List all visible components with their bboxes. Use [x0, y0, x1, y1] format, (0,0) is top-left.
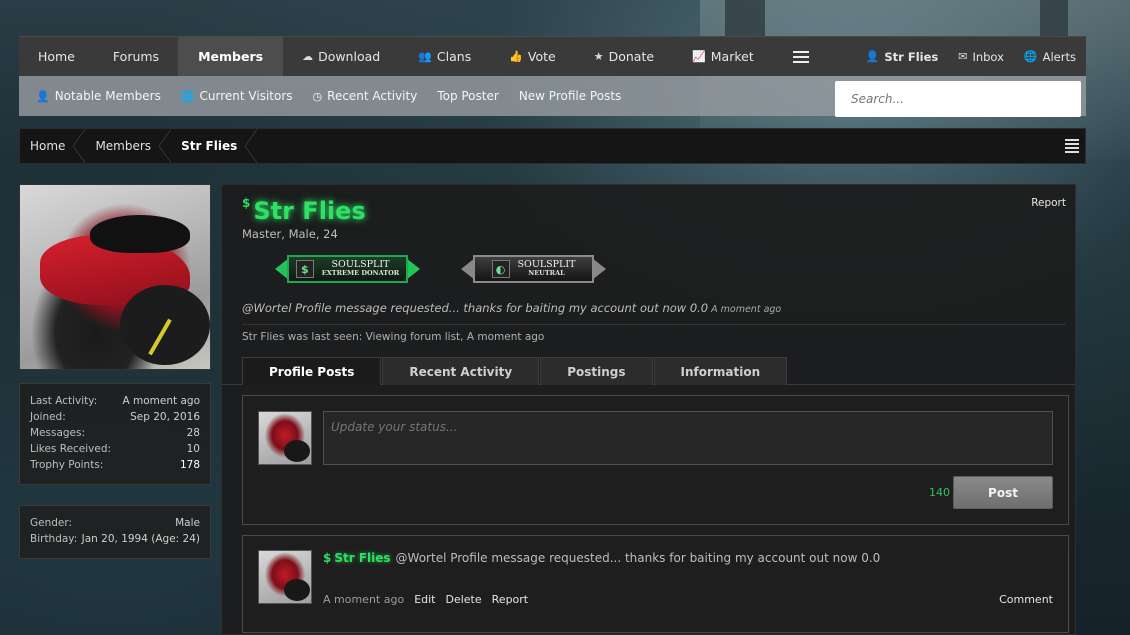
status-input[interactable] [323, 411, 1053, 465]
background-tower [725, 0, 765, 36]
nav-right: 👤 Str Flies ✉ Inbox 🌐 Alerts [856, 37, 1086, 76]
subnav-top-poster[interactable]: Top Poster [437, 89, 499, 103]
clock-icon: ◷ [312, 89, 323, 103]
current-status: @Wortel Profile message requested... tha… [242, 301, 782, 315]
report-link[interactable]: Report [1031, 197, 1066, 209]
info-gender: Gender: Male [30, 517, 200, 529]
cloud-download-icon: ☁ [302, 50, 314, 63]
search-input[interactable] [835, 81, 1081, 117]
more-menu-icon[interactable] [773, 37, 831, 76]
member-info: Gender: Male Birthday: Jan 20, 1994 (Age: … [19, 505, 211, 559]
post-header: $ Str Flies @Wortel Profile message requ… [323, 551, 880, 565]
profile-tabs: Profile Posts Recent Activity Postings I… [242, 357, 788, 385]
stat-trophy-points: Trophy Points: 178 [30, 459, 200, 471]
nav-members[interactable]: Members [178, 37, 284, 76]
stat-likes: Likes Received: 10 [30, 443, 200, 455]
user-title: Master, Male, 24 [242, 227, 338, 241]
nav-download[interactable]: ☁ Download [283, 37, 399, 76]
post-button[interactable]: Post [953, 476, 1053, 509]
globe-icon: 🌐 [180, 89, 195, 103]
username-row: $ Str Flies [242, 197, 366, 225]
post-report-link[interactable]: Report [492, 593, 528, 606]
breadcrumb: Home Members Str Flies [19, 128, 1086, 164]
subnav-current-visitors[interactable]: 🌐 Current Visitors [181, 89, 293, 103]
post-meta: A moment ago Edit Delete Report [323, 593, 538, 606]
dollar-icon: $ [295, 260, 314, 278]
nav-forums[interactable]: Forums [94, 37, 178, 76]
donator-icon: $ [323, 551, 332, 565]
post-author-avatar[interactable] [258, 550, 312, 604]
info-birthday: Birthday: Jan 20, 1994 (Age: 24) [30, 533, 200, 545]
profile-avatar[interactable] [19, 184, 211, 370]
profile-main: Report $ Str Flies Master, Male, 24 $ SO… [221, 184, 1076, 635]
profile-post: $ Str Flies @Wortel Profile message requ… [242, 535, 1069, 633]
nav-home[interactable]: Home [19, 37, 94, 76]
user-icon: 👤 [36, 89, 50, 103]
profile-username: Str Flies [253, 197, 366, 225]
thumbs-up-icon: 👍 [509, 50, 523, 63]
divider [242, 324, 1066, 325]
nav-donate[interactable]: ★ Donate [575, 37, 673, 76]
list-icon[interactable] [1065, 139, 1079, 155]
background-tower [1040, 0, 1068, 36]
post-time[interactable]: A moment ago [323, 593, 404, 606]
nav-clans[interactable]: 👥 Clans [399, 37, 490, 76]
breadcrumb-members[interactable]: Members [85, 129, 171, 163]
nav-market[interactable]: 📈 Market [673, 37, 773, 76]
user-icon: 👤 [865, 50, 880, 63]
composer-avatar[interactable] [258, 411, 312, 465]
tab-information[interactable]: Information [653, 357, 788, 385]
post-text: @Wortel Profile message requested... tha… [395, 551, 881, 565]
stat-messages: Messages: 28 [30, 427, 200, 439]
tab-profile-posts[interactable]: Profile Posts [242, 357, 382, 385]
status-time[interactable]: A moment ago [711, 304, 781, 315]
breadcrumb-current[interactable]: Str Flies [171, 129, 258, 163]
stat-last-activity: Last Activity: A moment ago [30, 395, 200, 407]
member-stats: Last Activity: A moment ago Joined: Sep 20… [19, 383, 211, 485]
tab-recent-activity[interactable]: Recent Activity [382, 357, 540, 385]
line-chart-icon: 📈 [692, 50, 706, 63]
subnav-recent-activity[interactable]: ◷ Recent Activity [313, 89, 418, 103]
nav-inbox[interactable]: ✉ Inbox [948, 37, 1014, 76]
inbox-icon: ✉ [958, 50, 968, 63]
nav-alerts[interactable]: 🌐 Alerts [1014, 37, 1086, 76]
post-comment-link[interactable]: Comment [999, 593, 1053, 606]
globe-icon: 🌐 [1023, 50, 1038, 63]
tab-postings[interactable]: Postings [540, 357, 653, 385]
nav-user[interactable]: 👤 Str Flies [856, 37, 949, 76]
sub-nav: 👤 Notable Members 🌐 Current Visitors ◷ Rece… [19, 76, 1086, 117]
breadcrumb-home[interactable]: Home [20, 129, 86, 163]
subnav-notable-members[interactable]: 👤 Notable Members [36, 89, 161, 103]
last-seen: Str Flies was last seen: Viewing forum l… [242, 331, 545, 343]
post-author[interactable]: Str Flies [334, 551, 390, 565]
stat-joined: Joined: Sep 20, 2016 [30, 411, 200, 423]
nav-vote[interactable]: 👍 Vote [490, 37, 575, 76]
main-nav: Home Forums Members ☁ Download 👥 Clans 👍 Vo… [19, 36, 1086, 76]
subnav-new-profile-posts[interactable]: New Profile Posts [519, 89, 621, 103]
users-icon: 👥 [418, 50, 432, 63]
badge-neutral: ◐ SOULSPLIT NEUTRAL [461, 253, 606, 285]
donator-icon: $ [242, 196, 251, 210]
badge-extreme-donator: $ SOULSPLIT EXTREME DONATOR [275, 253, 420, 285]
neutral-icon: ◐ [491, 260, 510, 278]
status-composer: 140 Post [242, 395, 1069, 525]
star-icon: ★ [593, 50, 604, 63]
post-edit-link[interactable]: Edit [414, 593, 435, 606]
char-counter: 140 [929, 486, 950, 499]
post-delete-link[interactable]: Delete [446, 593, 482, 606]
